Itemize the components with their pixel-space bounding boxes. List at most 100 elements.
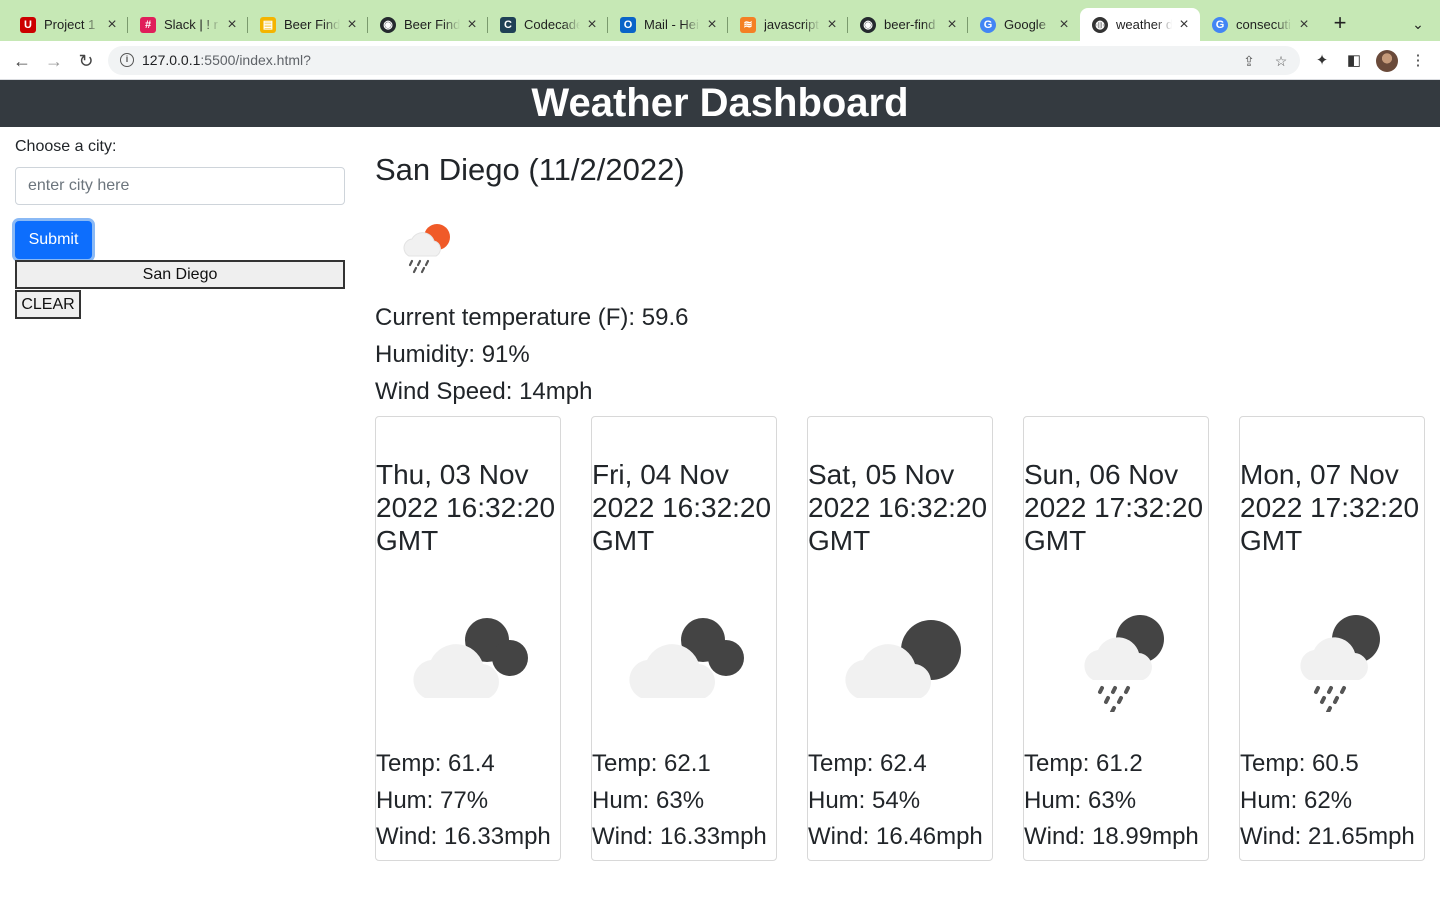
submit-button[interactable]: Submit (15, 221, 92, 259)
forward-arrow-icon[interactable]: → (42, 49, 66, 73)
tab-label: Project 1 (44, 17, 96, 32)
close-icon[interactable]: × (344, 16, 360, 33)
close-icon[interactable]: × (584, 16, 600, 33)
close-icon[interactable]: × (224, 16, 240, 33)
reload-icon[interactable]: ↻ (74, 49, 98, 73)
forecast-date: Fri, 04 Nov 2022 16:32:20 GMT (592, 459, 772, 556)
tab-beer-finder-github[interactable]: ◉ Beer Find × (368, 8, 488, 41)
rain-partly-sunny-icon (403, 224, 450, 274)
header-banner: Weather Dashboard (0, 80, 1440, 127)
profile-avatar[interactable] (1376, 50, 1398, 72)
forecast-card: Sun, 06 Nov 2022 17:32:20 GMT Temp: 61.2… (1023, 416, 1209, 861)
current-city-heading: San Diego (11/2/2022) (375, 152, 685, 187)
current-weather: San Diego (11/2/2022) Current temperatur… (375, 152, 688, 405)
kebab-menu-icon[interactable]: ⋮ (1407, 50, 1429, 72)
forecast-card: Thu, 03 Nov 2022 16:32:20 GMT Temp: 61.4… (375, 416, 561, 861)
outlook-icon: O (620, 16, 636, 33)
site-info-icon[interactable]: i (120, 53, 134, 67)
close-icon[interactable]: × (824, 16, 840, 33)
extensions-puzzle-icon[interactable]: ✦ (1311, 50, 1333, 72)
tab-label: Beer Find (404, 17, 460, 32)
github-icon: ◉ (860, 16, 876, 33)
forecast-temp: Temp: 62.4 (808, 750, 927, 777)
chevron-down-icon[interactable]: ⌄ (1406, 12, 1430, 36)
city-search-panel: Choose a city: Submit San Diego CLEAR (15, 138, 345, 319)
url-path: :5500/index.html? (200, 52, 311, 68)
tab-project-1[interactable]: U Project 1 × (8, 8, 128, 41)
share-icon[interactable]: ⇪ (1240, 52, 1258, 70)
url-host: 127.0.0.1 (142, 52, 201, 68)
codecademy-icon: C (500, 16, 516, 33)
slack-icon: # (140, 16, 156, 33)
google-icon: G (1212, 16, 1228, 33)
tab-label: consecuti (1236, 17, 1291, 32)
tab-label: Mail - Hei (644, 17, 699, 32)
current-temperature: Current temperature (F): 59.6 (375, 304, 689, 331)
forecast-temp: Temp: 61.2 (1024, 750, 1143, 777)
forecast-date: Thu, 03 Nov 2022 16:32:20 GMT (376, 459, 556, 556)
google-icon: G (980, 16, 996, 33)
forecast-humidity: Hum: 63% (1024, 787, 1137, 814)
stackoverflow-icon: ≋ (740, 16, 756, 33)
tab-consecutive-search[interactable]: G consecuti × (1200, 8, 1320, 41)
side-panel-icon[interactable]: ◧ (1343, 50, 1365, 72)
tab-slack[interactable]: # Slack | ! r × (128, 8, 248, 41)
current-wind-speed: Wind Speed: 14mph (375, 378, 593, 405)
page: Weather Dashboard Choose a city: Submit … (0, 80, 1440, 900)
close-icon[interactable]: × (1056, 16, 1072, 33)
back-arrow-icon[interactable]: ← (10, 49, 34, 73)
history-city-button[interactable]: San Diego (15, 260, 345, 289)
forecast-card: Mon, 07 Nov 2022 17:32:20 GMT Temp: 60.5… (1239, 416, 1425, 861)
page-title: Weather Dashboard (531, 81, 909, 125)
forecast-wind: Wind: 16.33mph (592, 823, 767, 850)
forecast-date: Sun, 06 Nov 2022 17:32:20 GMT (1024, 459, 1204, 556)
tab-label: javascript (764, 17, 819, 32)
close-icon[interactable]: × (1176, 16, 1192, 33)
rain-night-icon (1300, 615, 1380, 712)
url-text: 127.0.0.1:5500/index.html? (142, 52, 311, 68)
tab-label: Google (1004, 17, 1046, 32)
partly-cloudy-night-icon (845, 620, 961, 698)
tab-mail[interactable]: O Mail - Hei × (608, 8, 728, 41)
tab-label: weather d (1116, 17, 1172, 32)
tab-codecademy[interactable]: C Codecade × (488, 8, 608, 41)
browser-tab-strip: U Project 1 × # Slack | ! r × ▤ Beer Fin… (0, 0, 1440, 41)
browser-toolbar: ← → ↻ i 127.0.0.1:5500/index.html? ⇪ ☆ ✦… (0, 41, 1440, 80)
close-icon[interactable]: × (944, 16, 960, 33)
choose-city-label: Choose a city: (15, 138, 117, 155)
close-icon[interactable]: × (704, 16, 720, 33)
forecast-date: Mon, 07 Nov 2022 17:32:20 GMT (1240, 459, 1420, 556)
tab-beer-finder-slides[interactable]: ▤ Beer Find × (248, 8, 368, 41)
tab-label: Slack | ! r (164, 17, 218, 32)
forecast-humidity: Hum: 62% (1240, 787, 1353, 814)
forecast-wind: Wind: 18.99mph (1024, 823, 1199, 850)
globe-icon: ◍ (1092, 16, 1108, 33)
close-icon[interactable]: × (1296, 16, 1312, 33)
rain-night-icon (1084, 615, 1164, 712)
forecast-temp: Temp: 62.1 (592, 750, 711, 777)
forecast-temp: Temp: 61.4 (376, 750, 495, 777)
cloudy-night-icon (629, 618, 744, 698)
forecast-wind: Wind: 16.33mph (376, 823, 551, 850)
new-tab-plus-icon[interactable]: + (1328, 12, 1352, 36)
tab-beer-finder-repo[interactable]: ◉ beer-find × (848, 8, 968, 41)
forecast-humidity: Hum: 54% (808, 787, 921, 814)
forecast-card: Sat, 05 Nov 2022 16:32:20 GMT Temp: 62.4… (807, 416, 993, 861)
close-icon[interactable]: × (104, 16, 120, 33)
slides-icon: ▤ (260, 16, 276, 33)
address-bar[interactable]: i 127.0.0.1:5500/index.html? ⇪ ☆ (108, 46, 1300, 75)
github-icon: ◉ (380, 16, 396, 33)
forecast-temp: Temp: 60.5 (1240, 750, 1359, 777)
forecast-humidity: Hum: 63% (592, 787, 705, 814)
tab-label: beer-find (884, 17, 936, 32)
tab-stackoverflow[interactable]: ≋ javascript × (728, 8, 848, 41)
forecast-wind: Wind: 21.65mph (1240, 823, 1415, 850)
city-search-input[interactable] (15, 167, 345, 205)
close-icon[interactable]: × (464, 16, 480, 33)
tab-weather-dashboard[interactable]: ◍ weather d × (1080, 8, 1200, 41)
forecast-date: Sat, 05 Nov 2022 16:32:20 GMT (808, 459, 988, 556)
clear-history-button[interactable]: CLEAR (15, 290, 81, 319)
bookmark-star-icon[interactable]: ☆ (1272, 52, 1290, 70)
forecast-card: Fri, 04 Nov 2022 16:32:20 GMT Temp: 62.1… (591, 416, 777, 861)
tab-google[interactable]: G Google × (968, 8, 1080, 41)
